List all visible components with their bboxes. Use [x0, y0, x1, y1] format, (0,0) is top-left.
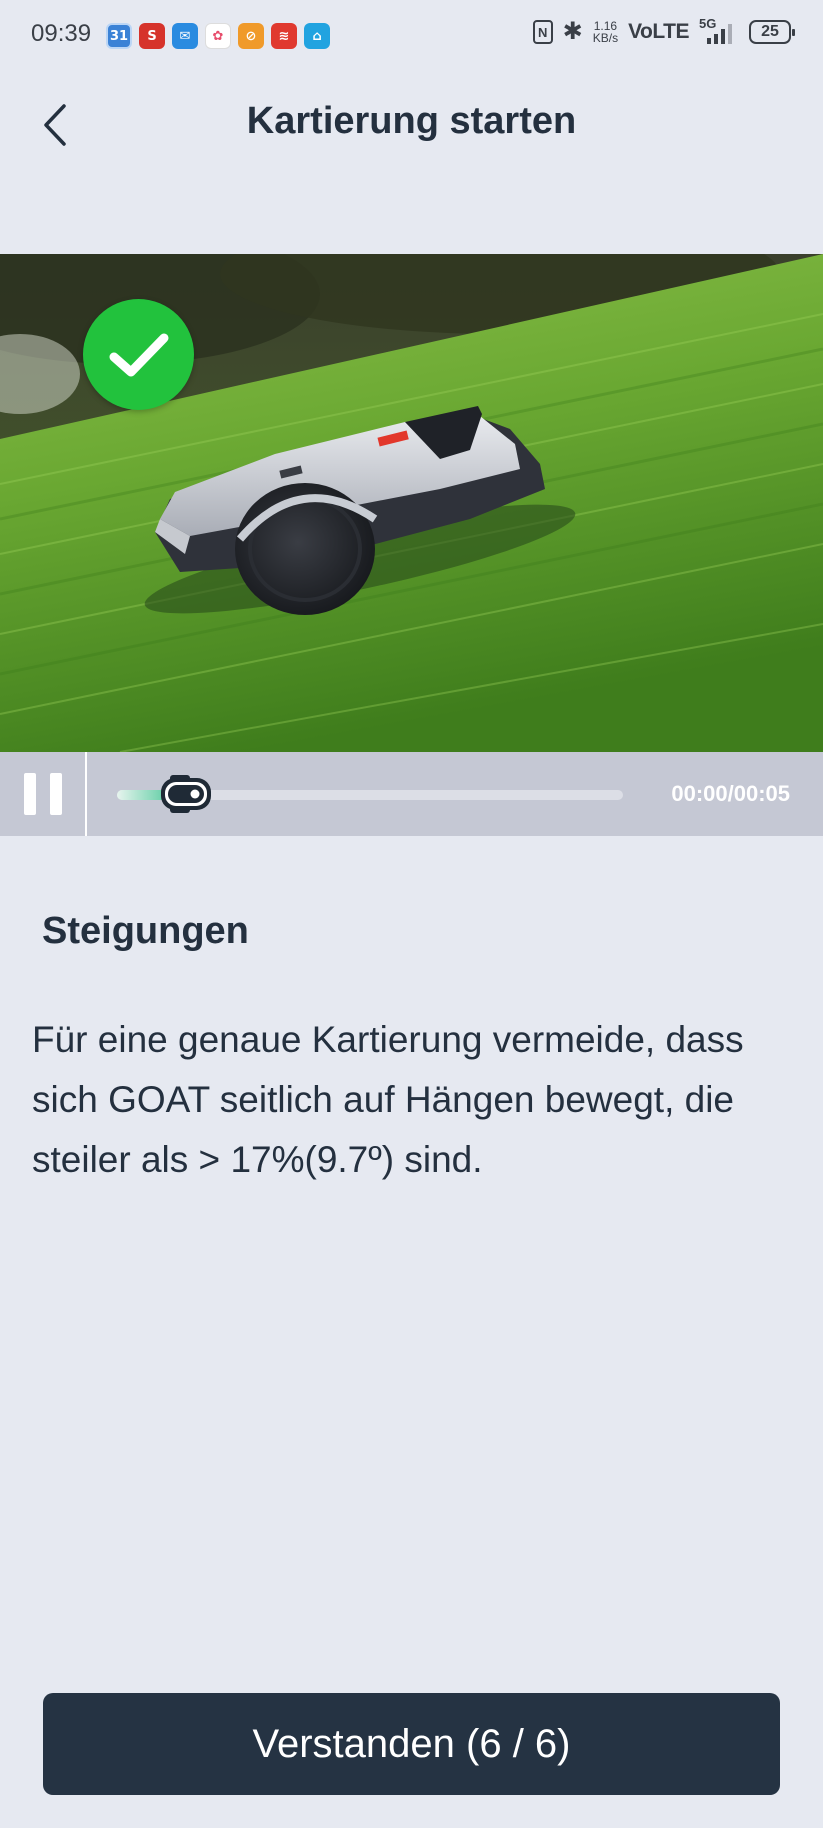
system-status-icons: N ✱ 1.16 KB/s VoLTE 5G 25	[532, 16, 795, 46]
network-speed: 1.16 KB/s	[593, 20, 618, 44]
calendar-app-icon: 31	[106, 23, 132, 49]
volte-indicator: VoLTE	[628, 20, 689, 43]
notification-icons: 31 S ✉ ✿ ⊘ ≋ ⌂	[106, 23, 330, 49]
nfc-icon: N	[532, 20, 553, 44]
progress-thumb-mower-icon[interactable]	[157, 772, 215, 816]
checkmark-icon	[83, 299, 194, 410]
confirm-button[interactable]: Verstanden (6 / 6)	[43, 1693, 780, 1795]
pause-icon-bar-right	[49, 773, 62, 815]
flower-app-icon: ✿	[205, 23, 231, 49]
bluetooth-icon: ✱	[562, 18, 583, 45]
pause-icon-bar-left	[23, 773, 36, 815]
instruction-text: Für eine genaue Kartierung vermeide, das…	[32, 1019, 744, 1180]
app-header: Kartierung starten	[0, 80, 823, 170]
battery-icon: 25	[749, 20, 795, 44]
page-title: Kartierung starten	[246, 100, 577, 142]
battery-level: 25	[761, 23, 779, 40]
signal-strength-icon: 5G	[699, 16, 739, 46]
pause-button[interactable]	[0, 752, 85, 836]
section-title: Steigungen	[42, 910, 249, 952]
mail-app-icon: ✉	[172, 23, 198, 49]
controls-divider	[85, 752, 87, 836]
s-app-icon: S	[139, 23, 165, 49]
status-bar: 09:39 31 S ✉ ✿ ⊘ ≋ ⌂ N ✱ 1.16 KB/s VoLTE…	[0, 0, 823, 72]
red-app-icon: ≋	[271, 23, 297, 49]
link-app-icon: ⊘	[238, 23, 264, 49]
network-speed-unit: KB/s	[592, 31, 619, 45]
video-controls: 00:00/00:05	[0, 752, 823, 836]
status-time: 09:39	[31, 20, 92, 47]
video-time: 00:00/00:05	[671, 781, 790, 806]
home-app-icon: ⌂	[304, 23, 330, 49]
check-glyph	[109, 333, 168, 376]
